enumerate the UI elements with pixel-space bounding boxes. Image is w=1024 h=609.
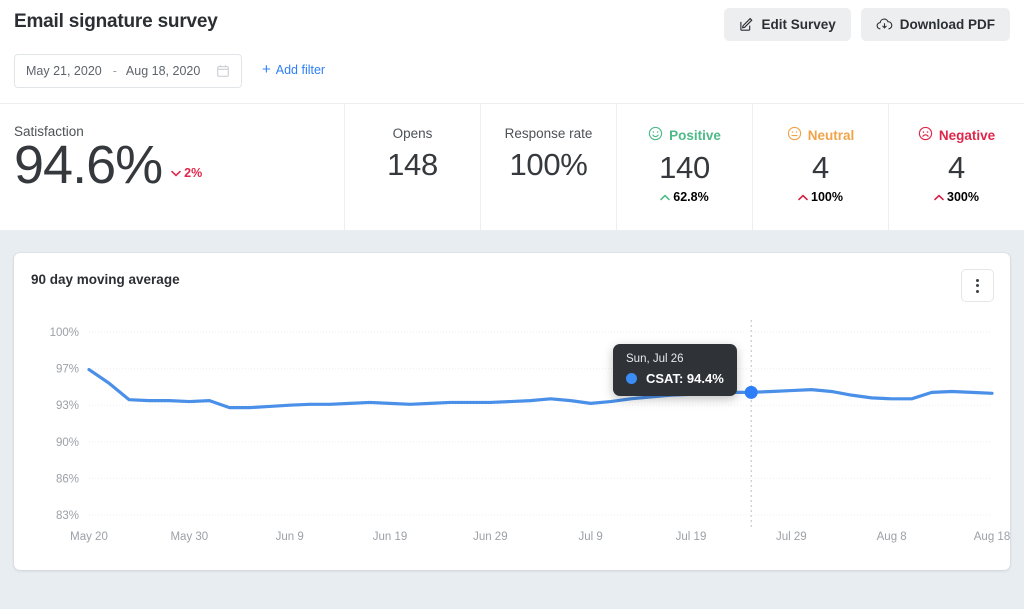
metric-response-rate: Response rate 100% [481, 104, 617, 230]
metric-neutral-delta-value: 100% [811, 190, 843, 205]
smiley-sad-icon [918, 126, 933, 144]
chevron-down-icon [171, 166, 181, 180]
metric-satisfaction-delta: 2% [171, 166, 202, 194]
plus-icon: + [262, 61, 271, 78]
survey-dashboard-page: Email signature survey Edit Survey Downl… [0, 0, 1024, 609]
add-filter-button[interactable]: + Add filter [262, 62, 325, 77]
y-axis-tick-label: 90% [56, 437, 79, 449]
metric-neutral-delta: 100% [798, 190, 843, 204]
x-axis-tick-label: Jun 9 [276, 531, 304, 543]
x-axis-tick-label: Jul 19 [676, 531, 707, 543]
metric-negative-label: Negative [938, 127, 996, 143]
date-range-start[interactable]: May 21, 2020 [26, 64, 102, 78]
metrics-bar: Satisfaction 94.6% 2% Opens 148 Response… [0, 103, 1024, 231]
metric-neutral-value: 4 [812, 150, 829, 185]
metric-positive: Positive 140 62.8% [617, 104, 753, 230]
x-axis-tick-label: May 20 [70, 531, 108, 543]
download-pdf-button[interactable]: Download PDF [860, 8, 1010, 41]
header-actions: Edit Survey Download PDF [724, 8, 1010, 41]
metric-response-rate-value: 100% [509, 147, 588, 182]
metric-negative-value: 4 [948, 150, 965, 185]
cloud-download-icon [876, 17, 893, 32]
page-title: Email signature survey [14, 11, 218, 32]
metric-positive-delta: 62.8% [660, 190, 709, 205]
kebab-menu-icon[interactable] [961, 269, 994, 302]
metric-opens-value: 148 [387, 147, 438, 182]
chart-title: 90 day moving average [31, 272, 180, 287]
chevron-up-icon [934, 190, 944, 204]
metric-neutral-label-row: Neutral [787, 126, 855, 144]
x-axis-tick-label: Jul 9 [579, 531, 603, 543]
x-axis-tick-label: Jul 29 [776, 531, 807, 543]
add-filter-label: Add filter [275, 62, 326, 77]
download-pdf-label: Download PDF [899, 17, 995, 32]
page-header: Email signature survey Edit Survey Downl… [0, 0, 1024, 103]
metric-response-rate-label: Response rate [504, 126, 593, 141]
calendar-icon[interactable] [216, 64, 230, 78]
edit-survey-button[interactable]: Edit Survey [724, 8, 851, 41]
y-axis-tick-label: 86% [56, 473, 79, 485]
metric-neutral: Neutral 4 100% [753, 104, 889, 230]
date-range-separator: - [112, 64, 117, 78]
x-axis-tick-label: Jun 29 [473, 531, 508, 543]
date-range-picker[interactable]: May 21, 2020 - Aug 18, 2020 [14, 54, 242, 88]
metric-satisfaction: Satisfaction 94.6% 2% [0, 104, 345, 230]
metric-negative-delta: 300% [934, 190, 979, 204]
metric-negative: Negative 4 300% [889, 104, 1024, 230]
metric-negative-label-row: Negative [918, 126, 995, 144]
metric-satisfaction-value: 94.6% [14, 135, 163, 195]
smiley-happy-icon [648, 126, 663, 144]
metric-satisfaction-delta-value: 2% [184, 166, 203, 181]
metric-neutral-label: Neutral [807, 127, 855, 143]
chart-card: 90 day moving average 100% 97% 93% 90% 86% 83… [14, 253, 1010, 570]
x-axis-tick-label: Aug 8 [877, 531, 907, 543]
chart-line-series [87, 367, 994, 410]
y-axis-tick-label: 97% [56, 364, 79, 376]
chevron-up-icon [660, 190, 671, 204]
chart-highlight-point[interactable] [744, 385, 758, 399]
y-axis-tick-label: 100% [50, 327, 79, 339]
x-axis-tick-label: May 30 [170, 531, 208, 543]
x-axis-tick-label: Jun 19 [373, 531, 408, 543]
y-axis-tick-label: 93% [56, 400, 79, 412]
metric-negative-delta-value: 300% [947, 190, 979, 205]
chart-svg: 100% 97% 93% 90% 86% 83% May 20 May 30 Jun 9 Jun … [50, 320, 1010, 543]
csat-line-chart[interactable]: 100% 97% 93% 90% 86% 83% May 20 May 30 Jun 9 Jun … [14, 305, 1010, 560]
y-axis-tick-label: 83% [56, 510, 79, 522]
chevron-up-icon [798, 190, 808, 204]
edit-survey-label: Edit Survey [761, 17, 836, 32]
smiley-neutral-icon [787, 126, 802, 144]
edit-pencil-square-icon [739, 17, 754, 32]
x-axis-tick-label: Aug 18 [974, 531, 1010, 543]
date-range-end[interactable]: Aug 18, 2020 [126, 64, 200, 78]
metric-opens-label: Opens [392, 126, 433, 141]
metric-positive-delta-value: 62.8% [673, 190, 709, 205]
metric-positive-label: Positive [669, 127, 721, 143]
metric-positive-value: 140 [659, 150, 710, 185]
metric-positive-label-row: Positive [648, 126, 721, 144]
metric-opens: Opens 148 [345, 104, 481, 230]
